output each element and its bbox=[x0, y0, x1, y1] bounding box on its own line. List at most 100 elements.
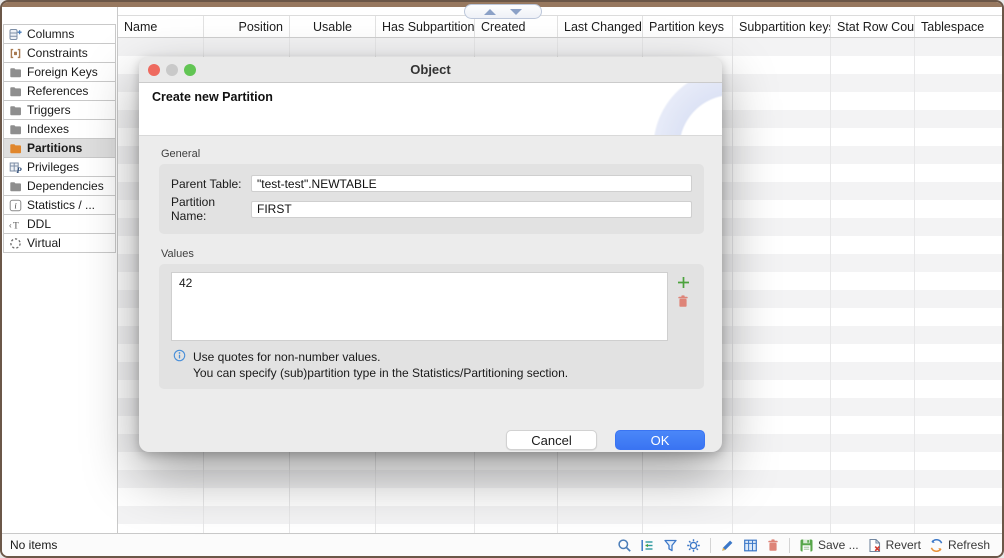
ok-button[interactable]: OK bbox=[615, 430, 705, 450]
sidebar-item-dependencies[interactable]: Dependencies bbox=[3, 176, 116, 196]
column-header-has-subpartitions[interactable]: Has Subpartitions bbox=[376, 16, 475, 37]
column-header-position[interactable]: Position bbox=[204, 16, 290, 37]
object-tabs-sidebar: ColumnsConstraintsForeign KeysReferences… bbox=[2, 7, 118, 533]
table-row bbox=[118, 488, 1002, 506]
table-cell bbox=[733, 398, 831, 416]
column-header-last-changed[interactable]: Last Changed bbox=[558, 16, 643, 37]
table-cell bbox=[475, 524, 558, 533]
table-cell bbox=[831, 452, 915, 470]
table-cell bbox=[915, 416, 1002, 434]
column-header-partition-keys[interactable]: Partition keys bbox=[643, 16, 733, 37]
partition-name-input[interactable] bbox=[251, 201, 692, 218]
values-list[interactable]: 42 bbox=[171, 272, 668, 341]
sidebar-item-statistics[interactable]: iStatistics / ... bbox=[3, 195, 116, 215]
save-button[interactable]: Save ... bbox=[795, 538, 863, 553]
edit-button[interactable] bbox=[716, 538, 739, 553]
svg-text:P: P bbox=[16, 165, 22, 174]
collapse-up-icon[interactable] bbox=[484, 9, 496, 15]
remove-value-button[interactable] bbox=[676, 294, 691, 309]
values-list-item[interactable]: 42 bbox=[172, 273, 667, 293]
sidebar-item-constraints[interactable]: Constraints bbox=[3, 43, 116, 63]
table-cell bbox=[118, 38, 204, 56]
table-cell bbox=[290, 38, 376, 56]
folder-icon bbox=[8, 84, 22, 98]
table-cell bbox=[915, 362, 1002, 380]
table-cell bbox=[118, 506, 204, 524]
column-header-subpartition-keys[interactable]: Subpartition keys bbox=[733, 16, 831, 37]
add-value-button[interactable] bbox=[676, 275, 691, 290]
status-bar: No items Save ...RevertRefresh bbox=[2, 533, 1002, 556]
table-cell bbox=[915, 92, 1002, 110]
table-cell bbox=[733, 38, 831, 56]
sidebar-item-columns[interactable]: Columns bbox=[3, 24, 116, 44]
table-cell bbox=[733, 236, 831, 254]
table-row bbox=[118, 506, 1002, 524]
table-cell bbox=[831, 56, 915, 74]
parent-table-input[interactable] bbox=[251, 175, 692, 192]
table-cell bbox=[733, 272, 831, 290]
table-cell bbox=[831, 182, 915, 200]
privileges-icon: P bbox=[8, 160, 22, 174]
revert-button[interactable]: Revert bbox=[863, 538, 925, 553]
table-cell bbox=[475, 452, 558, 470]
pencil-icon bbox=[720, 538, 735, 553]
cancel-button[interactable]: Cancel bbox=[506, 430, 597, 450]
table-cell bbox=[831, 200, 915, 218]
grid-button[interactable] bbox=[739, 538, 762, 553]
panels-button[interactable] bbox=[636, 538, 659, 553]
dialog-body: General Parent Table: Partition Name: Va… bbox=[139, 148, 722, 452]
table-cell bbox=[915, 398, 1002, 416]
table-cell bbox=[643, 506, 733, 524]
table-cell bbox=[733, 524, 831, 533]
sidebar-item-indexes[interactable]: Indexes bbox=[3, 119, 116, 139]
sidebar-item-virtual[interactable]: Virtual bbox=[3, 233, 116, 253]
folder-icon bbox=[8, 103, 22, 117]
table-cell bbox=[290, 452, 376, 470]
table-cell bbox=[831, 344, 915, 362]
banner-decoration bbox=[592, 83, 722, 135]
partition-name-label: Partition Name: bbox=[171, 195, 251, 223]
info-line-1: Use quotes for non-number values. bbox=[193, 349, 568, 365]
refresh-label: Refresh bbox=[948, 538, 990, 552]
table-header: NamePositionUsableHas SubpartitionsCreat… bbox=[118, 16, 1002, 38]
splitter-collapse-control[interactable] bbox=[464, 4, 542, 19]
table-cell bbox=[915, 128, 1002, 146]
sidebar-item-triggers[interactable]: Triggers bbox=[3, 100, 116, 120]
column-header-name[interactable]: Name bbox=[118, 16, 204, 37]
dialog-titlebar[interactable]: Object bbox=[139, 57, 722, 83]
table-cell bbox=[831, 326, 915, 344]
column-header-tablespace[interactable]: Tablespace bbox=[915, 16, 1003, 37]
column-header-stat-row-count[interactable]: Stat Row Count bbox=[831, 16, 915, 37]
table-cell bbox=[915, 452, 1002, 470]
column-header-usable[interactable]: Usable bbox=[290, 16, 376, 37]
table-cell bbox=[733, 74, 831, 92]
refresh-button[interactable]: Refresh bbox=[925, 538, 994, 553]
table-cell bbox=[558, 452, 643, 470]
table-cell bbox=[915, 146, 1002, 164]
column-header-created[interactable]: Created bbox=[475, 16, 558, 37]
table-cell bbox=[915, 308, 1002, 326]
settings-button[interactable] bbox=[682, 538, 705, 553]
gear-icon bbox=[686, 538, 701, 553]
table-cell bbox=[831, 38, 915, 56]
sidebar-item-partitions[interactable]: Partitions bbox=[3, 138, 116, 158]
table-cell bbox=[831, 488, 915, 506]
sidebar-item-privileges[interactable]: PPrivileges bbox=[3, 157, 116, 177]
table-cell bbox=[831, 92, 915, 110]
delete-button[interactable] bbox=[762, 538, 784, 552]
sidebar-item-ddl[interactable]: ‹TDDL bbox=[3, 214, 116, 234]
table-cell bbox=[558, 470, 643, 488]
collapse-down-icon[interactable] bbox=[510, 9, 522, 15]
search-button[interactable] bbox=[613, 538, 636, 553]
table-cell bbox=[733, 110, 831, 128]
table-cell bbox=[376, 452, 475, 470]
dialog-title: Object bbox=[139, 62, 722, 77]
table-cell bbox=[733, 344, 831, 362]
sidebar-item-foreign-keys[interactable]: Foreign Keys bbox=[3, 62, 116, 82]
table-cell bbox=[475, 470, 558, 488]
table-cell bbox=[915, 254, 1002, 272]
table-cell bbox=[831, 290, 915, 308]
table-cell bbox=[733, 470, 831, 488]
sidebar-item-references[interactable]: References bbox=[3, 81, 116, 101]
filter-button[interactable] bbox=[659, 538, 682, 553]
